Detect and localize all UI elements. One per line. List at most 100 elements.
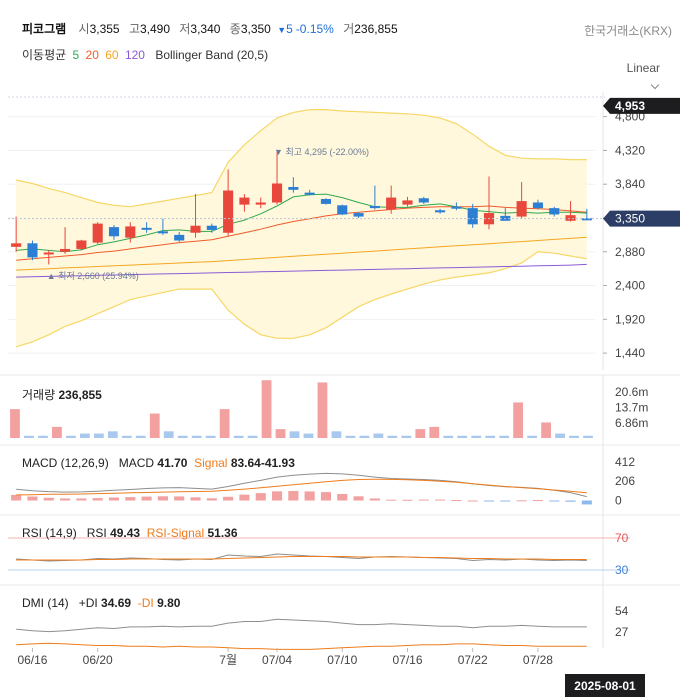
macd-name: MACD [118,456,155,470]
candle-body [386,197,397,210]
candle-body [92,223,103,243]
price-tick-label: 2,880 [615,245,645,259]
volume-bar [457,435,468,438]
candle-body [255,202,266,205]
dmi-plus-line [16,618,587,633]
macd-histogram-bar [141,496,152,501]
volume-bar [569,435,579,438]
macd-histogram-bar [190,497,201,501]
volume-bar [499,435,510,438]
candle-body [223,190,234,233]
macd-histogram-bar [402,499,413,501]
candle-body [337,205,348,215]
macd-histogram-bar [483,500,495,502]
macd-histogram-bar [255,493,266,501]
rsi-value: 49.43 [110,526,141,540]
candle-body [320,198,332,204]
candle-body [581,218,592,221]
macd-histogram-bar [76,498,87,501]
rsi-title: RSI (14,9) [22,526,77,540]
macd-histogram-bar [304,491,315,501]
volume-bar [24,435,34,438]
candle-body [43,252,54,255]
volume-bar [191,435,202,438]
volume-bar [429,426,440,438]
min-price-annotation: ▲ 최저 2,660 (25.94%) [47,271,139,281]
candle-body [239,197,250,205]
x-tick-label: 07/16 [392,653,422,667]
macd-tick-label: 0 [615,494,622,508]
current-date-label: 2025-08-01 [574,679,636,693]
x-tick-label: 07/10 [327,653,357,667]
candle-body [451,206,462,209]
macd-histogram-bar [516,500,527,502]
macd-histogram-bar [565,500,576,502]
candle-body [190,225,201,233]
macd-histogram-bar [320,492,332,501]
macd-histogram-bar [43,497,54,501]
volume-bar [415,429,426,438]
volume-bar [289,431,300,438]
volume-bar [52,426,62,438]
volume-bar [331,431,342,438]
candle-body [532,202,543,209]
dmi-minus-line [16,642,587,650]
volume-tick-label: 6.86m [615,416,648,430]
candle-body [271,183,283,203]
macd-value: 41.70 [157,456,188,470]
candle-body [76,240,87,249]
rsi-name: RSI [86,526,107,540]
x-tick-label: 06/16 [17,653,47,667]
macd-histogram-bar [239,494,250,501]
candle-body [11,243,22,247]
volume-bar [261,380,272,438]
volume-pane-value: 236,855 [58,388,102,402]
macd-histogram-bar [386,499,397,501]
dmi-pane-label: DMI (14) +DI 34.69 -DI 9.80 [22,596,180,610]
macd-histogram-bar [532,500,543,502]
volume-bar [93,433,104,438]
x-tick-label: 06/20 [83,653,113,667]
price-tick-label: 1,920 [615,312,645,326]
macd-pane-label: MACD (12,26,9) MACD 41.70 Signal 83.64-4… [22,456,295,470]
volume-tick-label: 20.6m [615,385,648,399]
stock-chart[interactable]: ▼ 최고 4,295 (-22.00%) ▲ 최저 2,660 (25.94%) 4… [0,0,680,697]
macd-histogram-bar [206,498,217,501]
rsi-signal-value: 51.36 [207,526,238,540]
macd-histogram-bar [467,500,478,502]
macd-histogram-bar [353,496,364,501]
volume-bar [471,435,482,438]
volume-pane-label: 거래량 236,855 [22,386,102,403]
macd-histogram-bar [92,498,103,501]
candle-body [288,187,299,190]
macd-histogram-bar [60,498,71,501]
volume-bar [121,435,132,438]
volume-bar [163,431,174,438]
volume-tick-label: 13.7m [615,401,648,415]
volume-bar [317,382,328,438]
volume-bar [275,429,286,438]
volume-bar [345,435,356,438]
macd-histogram-bar [500,500,511,502]
volume-bar [205,435,216,438]
macd-histogram-bar [223,496,234,501]
rsi-tick-70: 70 [615,531,629,545]
rsi-pane-label: RSI (14,9) RSI 49.43 RSI-Signal 51.36 [22,526,238,540]
macd-histogram-bar [435,499,446,501]
macd-histogram-bar [271,491,283,501]
volume-bar [107,431,118,438]
rsi-signal-name: RSI-Signal [146,526,205,540]
last-price-tag-label: 3,350 [615,212,645,226]
candle-body [206,225,217,230]
macd-histogram-bar [288,490,299,501]
macd-histogram-bar [581,500,592,505]
dmi-tick-label: 27 [615,625,629,639]
candle-body [435,210,446,213]
volume-bar [66,435,76,438]
dmi-plus-name: +DI [78,596,98,610]
price-tick-label: 2,400 [615,279,645,293]
x-tick-label: 07/22 [458,653,488,667]
price-tick-label: 4,320 [615,143,645,157]
volume-bar [135,435,146,438]
x-tick-label: 7월 [219,653,237,667]
